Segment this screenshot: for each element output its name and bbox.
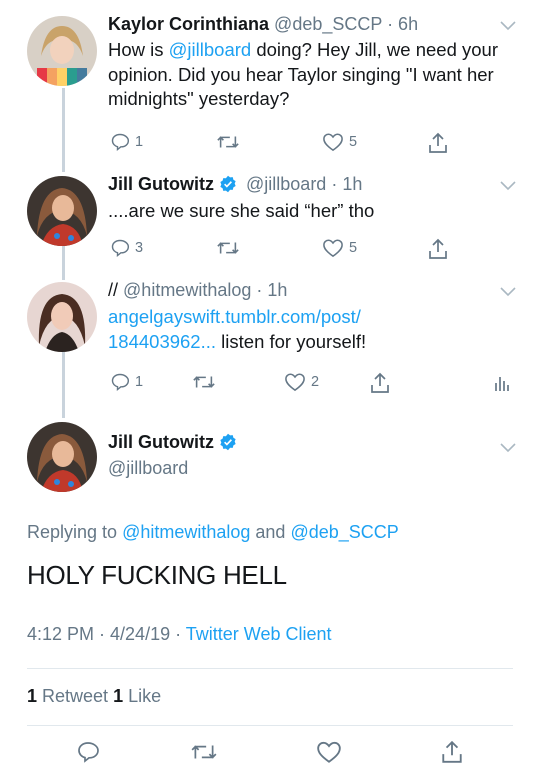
user-handle[interactable]: @hitmewithalog — [123, 280, 251, 300]
like-count: 5 — [349, 134, 358, 150]
retweet-icon — [217, 136, 239, 148]
like-button[interactable]: 5 — [322, 238, 357, 258]
tweet-header: // @hitmewithalog · 1h — [108, 278, 287, 302]
verified-badge-icon — [220, 433, 236, 451]
avatar[interactable] — [27, 282, 97, 352]
avatar[interactable] — [27, 16, 97, 86]
like-icon[interactable] — [316, 740, 342, 769]
share-icon — [429, 132, 447, 153]
share-icon[interactable] — [441, 740, 463, 769]
like-icon — [285, 373, 305, 392]
like-icon — [323, 239, 343, 258]
chevron-down-icon[interactable] — [500, 178, 516, 196]
reply-icon — [111, 239, 130, 257]
tweet[interactable]: Jill Gutowitz @jillboard · 1h ....are we… — [0, 172, 540, 268]
url-link[interactable]: 184403962... — [108, 331, 216, 352]
avatar[interactable] — [27, 422, 97, 492]
chevron-down-icon[interactable] — [500, 18, 516, 36]
tweet-actions: 1 5 — [108, 132, 508, 156]
replying-to: Replying to @hitmewithalog and @deb_SCCP — [27, 522, 399, 543]
retweet-label: Retweet — [37, 686, 114, 706]
tweet-text-part: How is — [108, 39, 169, 60]
analytics-button[interactable] — [494, 372, 510, 392]
divider — [27, 668, 513, 669]
tweet-header: Kaylor Corinthiana @deb_SCCP · 6h — [108, 12, 418, 36]
retweet-icon — [217, 242, 239, 254]
reply-count: 3 — [135, 240, 144, 256]
like-total: 1 — [113, 686, 124, 706]
retweet-button[interactable] — [216, 132, 245, 152]
share-button[interactable] — [370, 372, 390, 394]
tweet-text-part: listen for yourself! — [216, 330, 367, 352]
user-handle-text: @jillboard — [108, 458, 189, 478]
reply-button[interactable]: 3 — [110, 238, 143, 258]
like-count: 5 — [349, 240, 358, 256]
replying-prefix: Replying to — [27, 522, 123, 542]
tweet-text: angelgayswift.tumblr.com/post/184403962.… — [108, 305, 518, 354]
analytics-icon — [495, 377, 509, 391]
display-name[interactable]: // — [108, 280, 118, 300]
reply-count: 1 — [135, 374, 144, 390]
tweet[interactable]: // @hitmewithalog · 1h angelgayswift.tum… — [0, 278, 540, 408]
tweet-text: ....are we sure she said “her” tho — [108, 200, 375, 221]
main-tweet-text: HOLY FUCKING HELL — [27, 560, 287, 590]
like-button[interactable]: 5 — [322, 132, 357, 152]
chevron-down-icon[interactable] — [500, 284, 516, 302]
reply-button[interactable]: 1 — [110, 372, 143, 392]
reply-icon — [111, 133, 130, 151]
mention-link[interactable]: @deb_SCCP — [290, 522, 398, 542]
reply-button[interactable]: 1 — [110, 132, 143, 152]
mention-link[interactable]: @hitmewithalog — [122, 522, 250, 542]
verified-badge-icon — [220, 175, 236, 193]
like-label: Like — [123, 686, 162, 706]
share-button[interactable] — [428, 132, 448, 154]
like-count: 2 — [311, 374, 320, 390]
like-button[interactable]: 2 — [284, 372, 319, 392]
timestamp[interactable]: · 6h — [387, 14, 418, 34]
timestamp[interactable]: · 1h — [331, 174, 362, 194]
retweet-icon — [193, 376, 215, 388]
timestamp[interactable]: · 1h — [256, 280, 287, 300]
share-icon — [429, 238, 447, 259]
main-tweet-header: Jill Gutowitz — [108, 430, 241, 454]
avatar[interactable] — [27, 176, 97, 246]
tweet[interactable]: Kaylor Corinthiana @deb_SCCP · 6h How is… — [0, 12, 540, 162]
user-handle[interactable]: @deb_SCCP — [274, 14, 382, 34]
retweet-icon[interactable] — [190, 740, 218, 769]
user-handle[interactable]: @jillboard — [108, 456, 188, 480]
chevron-down-icon[interactable] — [500, 440, 516, 458]
retweet-button[interactable] — [216, 238, 245, 258]
mention-link[interactable]: @jillboard — [169, 39, 252, 60]
divider — [27, 725, 513, 726]
display-name[interactable]: Kaylor Corinthiana — [108, 14, 269, 34]
display-name[interactable]: Jill Gutowitz — [108, 174, 214, 194]
reply-icon[interactable] — [76, 740, 100, 769]
share-icon — [371, 372, 389, 393]
tweet-datetime: 4:12 PM · 4/24/19 · — [27, 624, 186, 644]
display-name[interactable]: Jill Gutowitz — [108, 432, 214, 452]
retweet-button[interactable] — [192, 372, 221, 392]
tweet-header: Jill Gutowitz @jillboard · 1h — [108, 172, 362, 196]
share-button[interactable] — [428, 238, 448, 260]
tweet-actions: 3 5 — [108, 238, 508, 262]
url-link[interactable]: angelgayswift.tumblr.com/post/ — [108, 306, 361, 327]
likes-stat[interactable]: 1 Like — [113, 686, 161, 706]
tweet-meta: 4:12 PM · 4/24/19 · Twitter Web Client — [27, 624, 331, 645]
reply-count: 1 — [135, 134, 144, 150]
user-handle[interactable]: @jillboard — [246, 174, 326, 194]
tweet-text: How is @jillboard doing? Hey Jill, we ne… — [108, 38, 518, 112]
like-icon — [323, 133, 343, 152]
reply-icon — [111, 373, 130, 391]
replying-and: and — [250, 522, 291, 542]
source-client-link[interactable]: Twitter Web Client — [186, 624, 332, 644]
retweet-total: 1 — [27, 686, 38, 706]
engagement-stats: 1 Retweet 1 Like — [27, 686, 161, 707]
retweets-stat[interactable]: 1 Retweet — [27, 686, 113, 706]
main-tweet: Jill Gutowitz @jillboard Replying to @hi… — [0, 418, 540, 777]
tweet-actions: 1 2 — [108, 372, 518, 396]
